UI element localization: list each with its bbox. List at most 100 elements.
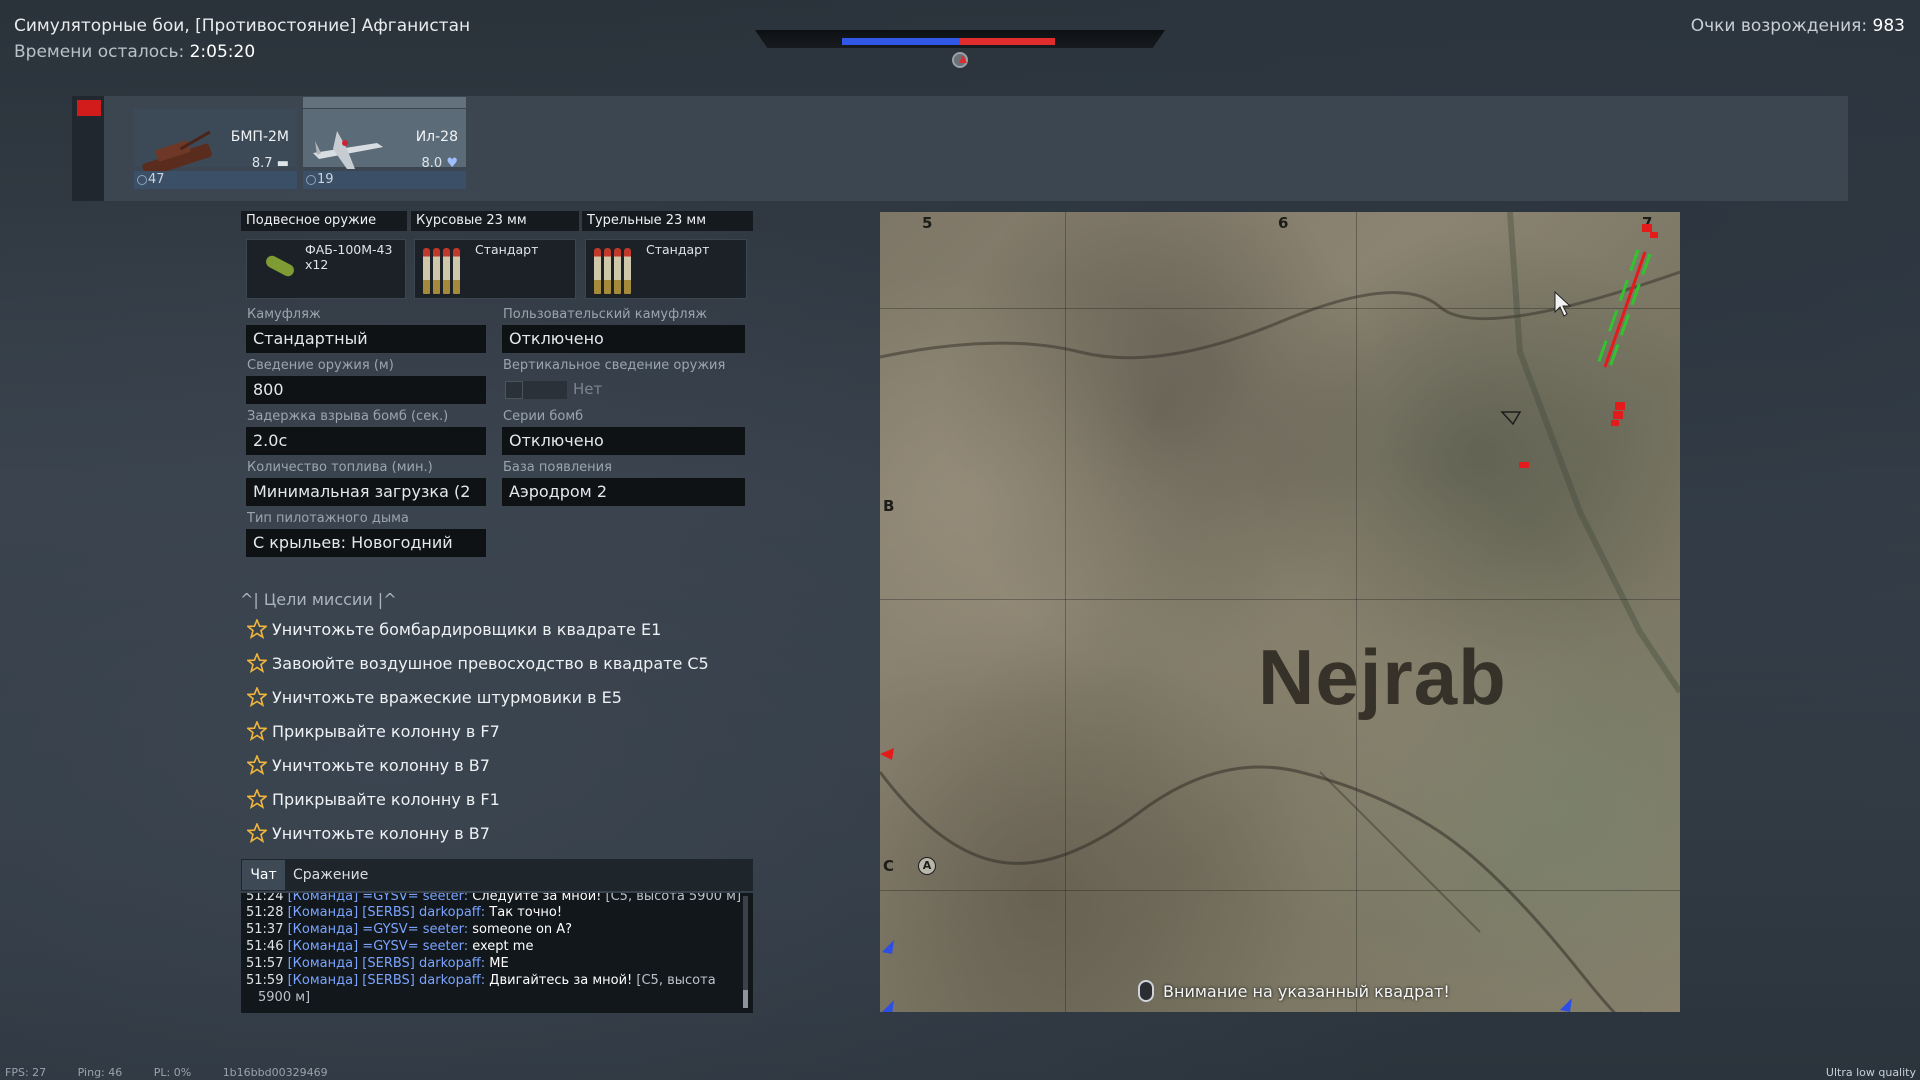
respawn-label: Очки возрождения: xyxy=(1690,16,1868,36)
bomber-icon xyxy=(313,131,383,169)
vehicle-name: Ил-28 xyxy=(415,129,458,145)
objective-text: Прикрывайте колонну в F1 xyxy=(272,790,500,809)
user-camo-select[interactable]: Отключено xyxy=(502,325,745,353)
chat-sender[interactable]: [Команда] =GYSV= seeter: xyxy=(288,922,468,937)
chat-log[interactable]: 51:24 [Команда] =GYSV= seeter: Следуйте … xyxy=(241,893,753,1013)
camo-label: Камуфляж xyxy=(247,307,321,322)
chat-extra: [C5, высота xyxy=(636,973,716,988)
chat-sender[interactable]: [Команда] =GYSV= seeter: xyxy=(288,939,468,954)
crew-icon xyxy=(306,175,316,185)
unit-markers xyxy=(880,224,1658,1012)
chat-message: 51:24 [Команда] =GYSV= seeter: Следуйте … xyxy=(246,893,741,904)
chat-extra: 5900 м] xyxy=(258,990,311,1005)
star-icon xyxy=(247,823,267,843)
ussr-flag-icon[interactable] xyxy=(77,100,101,116)
tank-icon xyxy=(142,130,212,177)
chat-text: someone on A? xyxy=(472,922,573,937)
chat-sender[interactable]: [Команда] [SERBS] darkopaff: xyxy=(288,973,486,988)
weapon-name: ФАБ-100М-43 xyxy=(305,242,393,257)
vehicle-card-bmp-2m[interactable]: БМП-2М 8.7 ▬ 47 xyxy=(134,97,297,192)
user-camo-label: Пользовательский камуфляж xyxy=(503,307,708,322)
vertical-convergence-checkbox[interactable] xyxy=(505,381,523,399)
chat-message: 51:46 [Команда] =GYSV= seeter: exept me xyxy=(246,939,533,954)
weapon-slot-turret-guns[interactable]: Стандарт xyxy=(585,239,747,299)
vehicle-crew-count: 47 xyxy=(134,171,297,189)
vehicle-slot[interactable]: БМП-2М 8.7 ▬ xyxy=(134,109,297,177)
objective-icon xyxy=(952,52,968,68)
chat-time: 51:37 xyxy=(246,922,284,937)
packet-loss: PL: 0% xyxy=(153,1066,192,1079)
camo-select[interactable]: Стандартный xyxy=(246,325,486,353)
time-remaining: Времени осталось: 2:05:20 xyxy=(14,42,255,62)
chat-text: Двигайтесь за мной! xyxy=(489,973,633,988)
vertical-convergence-label: Вертикальное сведение оружия xyxy=(503,358,726,373)
chat-text: exept me xyxy=(472,939,534,954)
bomb-delay-label: Задержка взрыва бомб (сек.) xyxy=(247,409,449,424)
weapon-count: x12 xyxy=(305,257,329,272)
respawn-value: 983 xyxy=(1872,16,1905,36)
mission-title: Симуляторные бои, [Противостояние] Афган… xyxy=(14,16,471,36)
chat-time: 51:59 xyxy=(246,973,284,988)
chat-time: 51:46 xyxy=(246,939,284,954)
star-icon xyxy=(247,789,267,809)
chat-message: 51:57 [Команда] [SERBS] darkopaff: ME xyxy=(246,956,509,971)
objective-text: Уничтожьте колонну в B7 xyxy=(272,756,490,775)
bomb-series-select[interactable]: Отключено xyxy=(502,427,745,455)
chat-sender[interactable]: [Команда] =GYSV= seeter: xyxy=(288,893,468,904)
team-blue-score xyxy=(842,38,960,45)
weapon-header-turret-guns: Турельные 23 мм xyxy=(582,211,753,231)
belt-name: Стандарт xyxy=(646,242,710,257)
bomb-delay-select[interactable]: 2.0с xyxy=(246,427,486,455)
tab-chat[interactable]: Чат xyxy=(242,860,285,890)
selected-tab-indicator xyxy=(303,97,466,108)
star-icon xyxy=(247,687,267,707)
chat-message: 51:37 [Команда] =GYSV= seeter: someone o… xyxy=(246,922,572,937)
weapon-slot-forward-guns[interactable]: Стандарт xyxy=(414,239,576,299)
spawn-base-label: База появления xyxy=(503,460,612,475)
chat-scrollbar-thumb[interactable] xyxy=(743,990,748,1008)
session-id: 1b16bbd00329469 xyxy=(222,1066,328,1079)
quality-indicator: Ultra low quality xyxy=(1825,1066,1916,1079)
chat-message: 51:59 [Команда] [SERBS] darkopaff: Двига… xyxy=(246,973,716,988)
ammo-icon xyxy=(423,248,430,294)
vertical-convergence-toggle[interactable] xyxy=(523,381,567,399)
objective-text: Завоюйте воздушное превосходство в квадр… xyxy=(272,654,709,673)
objective-text: Уничтожьте бомбардировщики в квадрате E1 xyxy=(272,620,662,639)
vehicle-card-il-28[interactable]: Ил-28 8.0 ♥ 19 xyxy=(303,97,466,192)
tab-battle[interactable]: Сражение xyxy=(293,860,368,890)
tactical-map[interactable]: 5 6 7 B C Nejrab A Внимание на указанный… xyxy=(880,212,1680,1012)
star-icon xyxy=(247,653,267,673)
map-hint: Внимание на указанный квадрат! xyxy=(1163,982,1450,1001)
fps-counter: FPS: 27 xyxy=(5,1066,47,1079)
team-red-score xyxy=(960,38,1055,45)
weapon-slot-bombs[interactable]: ФАБ-100М-43 x12 xyxy=(246,239,406,299)
chat-sender[interactable]: [Команда] [SERBS] darkopaff: xyxy=(288,905,486,920)
weapon-header-suspended: Подвесное оружие xyxy=(241,211,407,231)
vehicle-slot[interactable]: Ил-28 8.0 ♥ xyxy=(303,109,466,171)
chat-extra: [C5, высота 5900 м] xyxy=(605,893,742,904)
bomb-series-label: Серии бомб xyxy=(503,409,584,424)
bomb-icon xyxy=(263,253,297,279)
vertical-convergence-value: Нет xyxy=(573,380,603,398)
time-value: 2:05:20 xyxy=(189,42,256,62)
smoke-type-select[interactable]: С крыльев: Новогодний xyxy=(246,529,486,557)
mission-objectives-header[interactable]: ^| Цели миссии |^ xyxy=(240,590,397,609)
chat-text: Так точно! xyxy=(489,905,563,920)
mouse-icon xyxy=(1138,980,1154,1002)
smoke-type-label: Тип пилотажного дыма xyxy=(247,511,409,526)
belt-name: Стандарт xyxy=(475,242,539,257)
star-icon xyxy=(247,721,267,741)
chat-time: 51:57 xyxy=(246,956,284,971)
chat-message: 5900 м] xyxy=(258,990,310,1005)
ping-counter: Ping: 46 xyxy=(77,1066,123,1079)
spawn-base-select[interactable]: Аэродром 2 xyxy=(502,478,745,506)
fuel-select[interactable]: Минимальная загрузка (2 xyxy=(246,478,486,506)
chat-time: 51:28 xyxy=(246,905,284,920)
chat-sender[interactable]: [Команда] [SERBS] darkopaff: xyxy=(288,956,486,971)
chat-text: ME xyxy=(489,956,509,971)
battle-rating: 8.7 ▬ xyxy=(251,156,289,171)
battle-rating: 8.0 ♥ xyxy=(421,156,458,171)
objective-text: Уничтожьте вражеские штурмовики в E5 xyxy=(272,688,622,707)
objective-text: Прикрывайте колонну в F7 xyxy=(272,722,500,741)
convergence-select[interactable]: 800 xyxy=(246,376,486,404)
